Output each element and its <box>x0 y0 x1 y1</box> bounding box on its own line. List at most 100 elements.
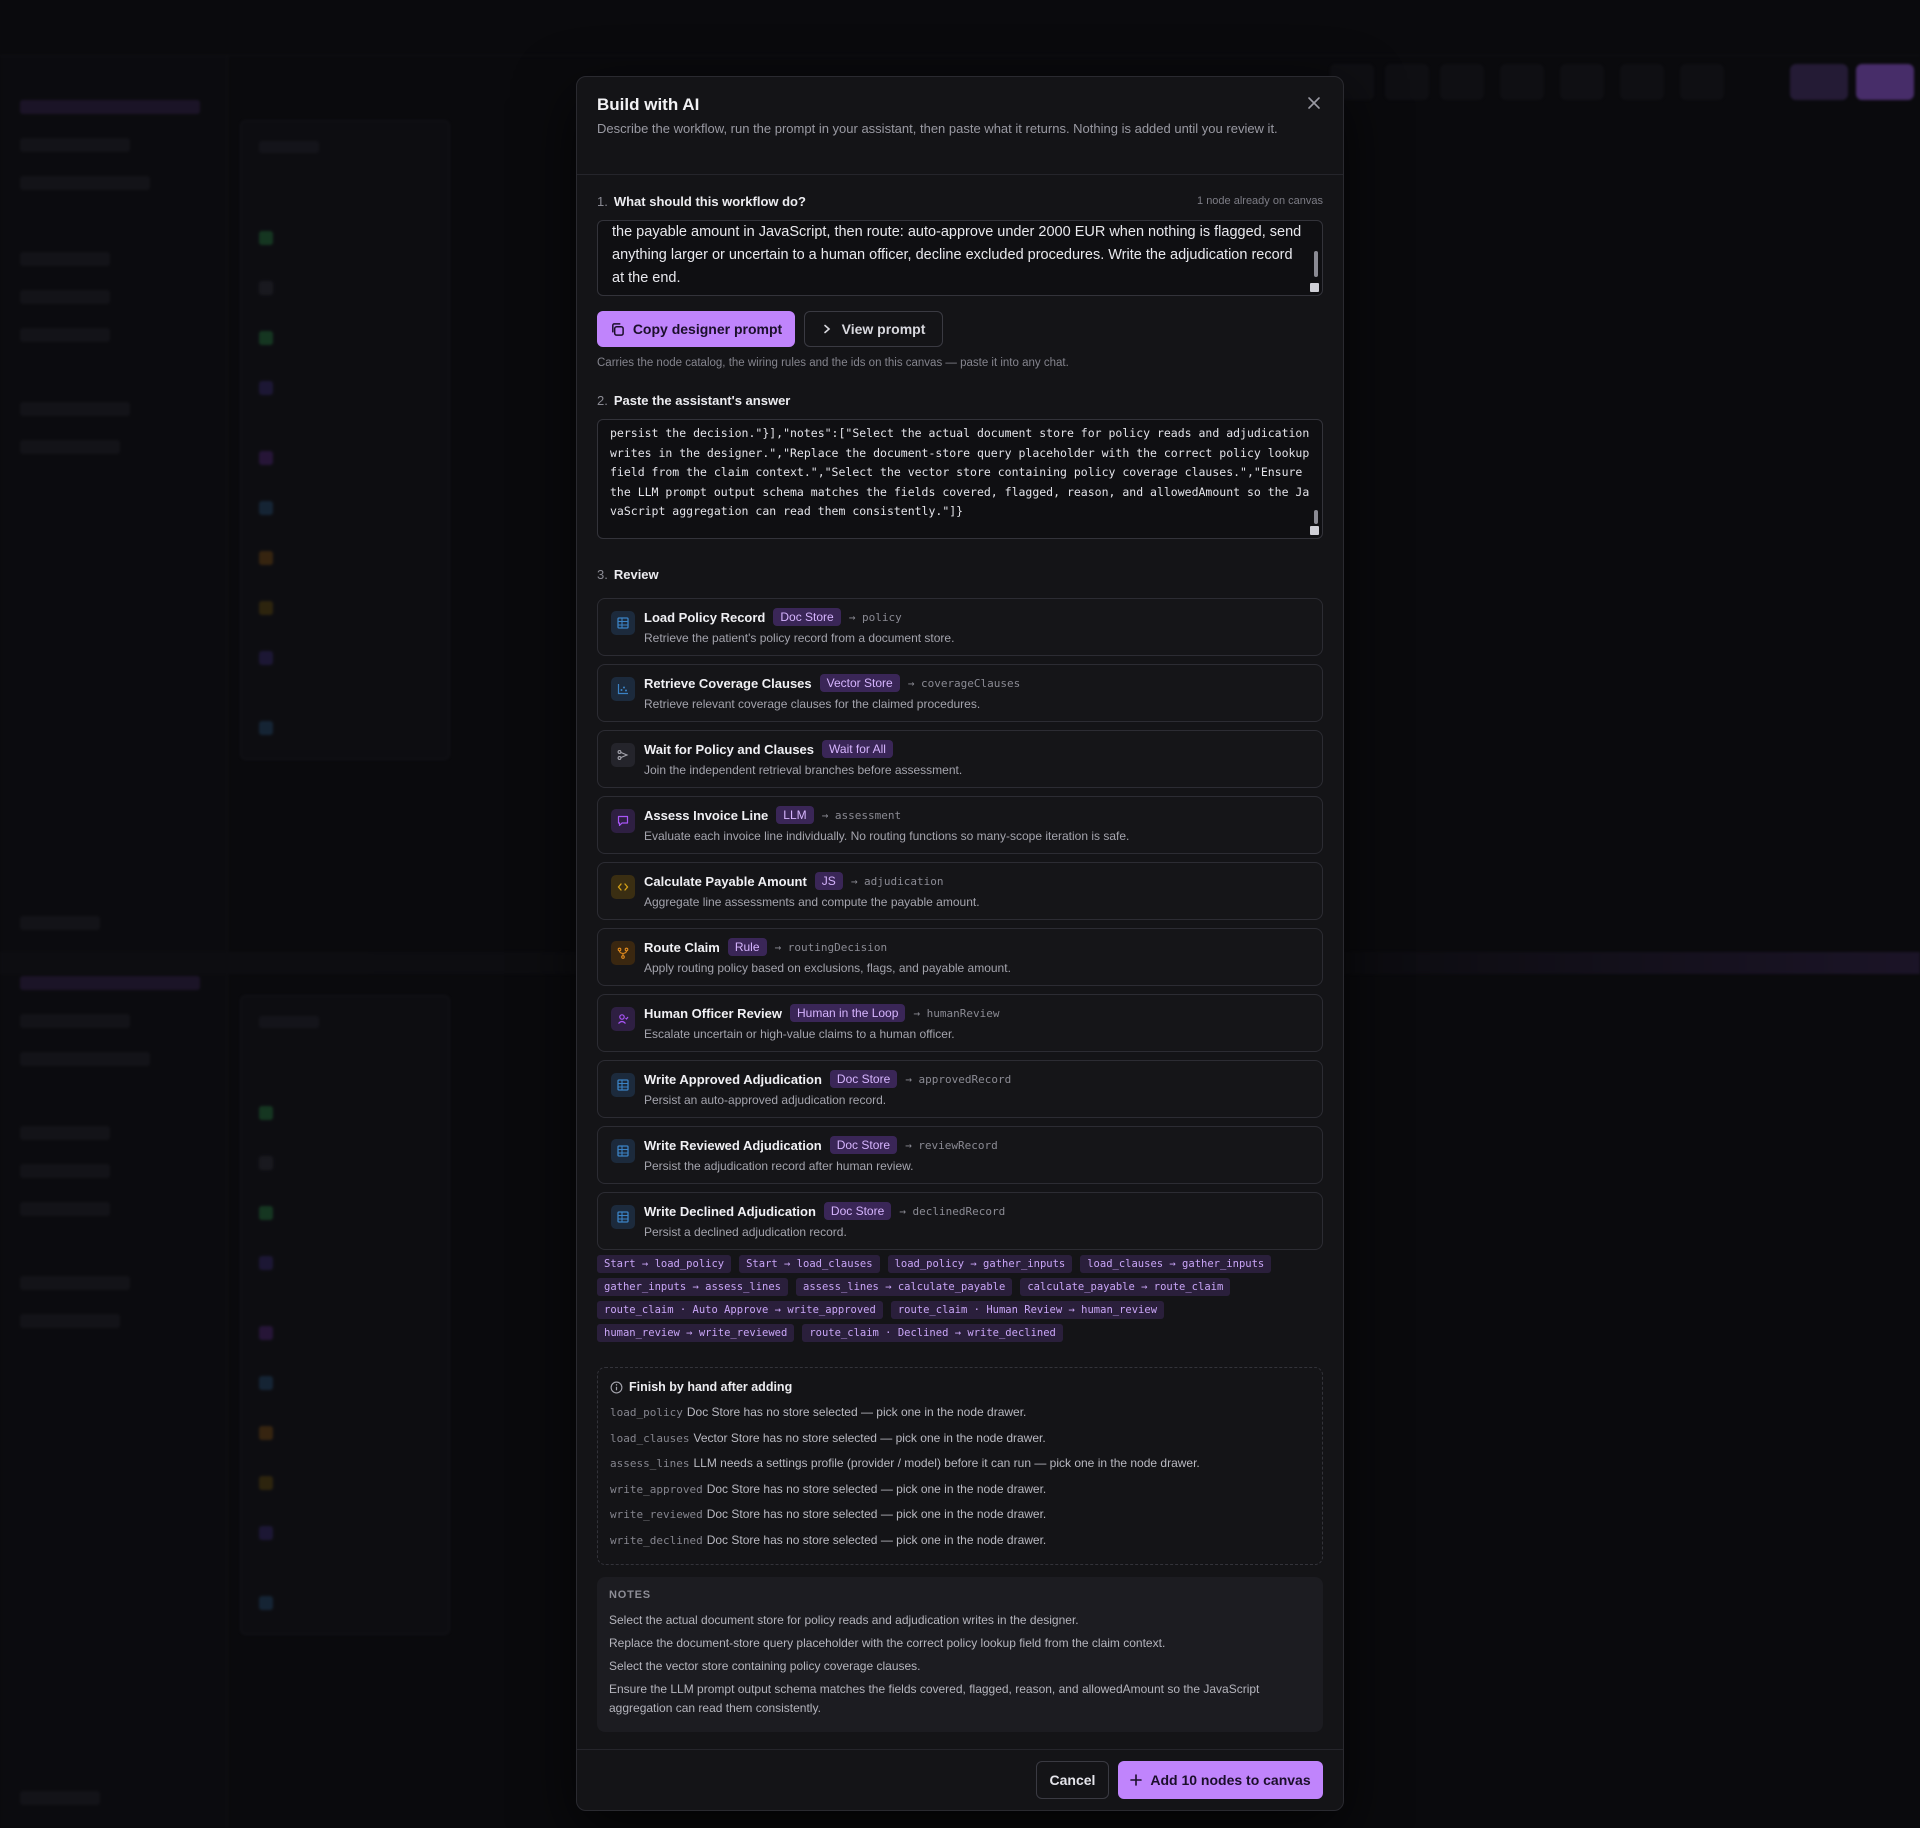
table-icon <box>611 1139 635 1163</box>
review-node-card: Calculate Payable Amount JS → adjudication… <box>597 862 1323 920</box>
finish-message: Doc Store has no store selected — pick o… <box>706 1507 1047 1521</box>
dialog-footer: Cancel Add 10 nodes to canvas <box>577 1749 1343 1811</box>
finish-message: Doc Store has no store selected — pick o… <box>706 1532 1047 1547</box>
node-description: Persist the adjudication record after hu… <box>644 1159 914 1173</box>
edge-chip: Start → load_policy <box>597 1255 732 1273</box>
finish-item: load_clauses Vector Store has no store se… <box>610 1431 1310 1457</box>
dialog-description: Describe the workflow, run the prompt in… <box>597 121 1278 136</box>
background-topbar <box>0 0 1920 56</box>
node-output-key: → routingDecision <box>774 940 888 954</box>
node-title: Write Declined Adjudication <box>644 1203 816 1219</box>
node-title: Route Claim <box>644 939 720 955</box>
cancel-button[interactable]: Cancel <box>1036 1761 1109 1799</box>
note-item: Select the vector store containing polic… <box>609 1659 921 1673</box>
finish-by-hand-heading: Finish by hand after adding <box>610 1380 792 1394</box>
finish-item: write_reviewed Doc Store has no store sel… <box>610 1507 1310 1533</box>
finish-item: assess_lines LLM needs a settings profile… <box>610 1456 1310 1482</box>
resize-handle[interactable] <box>1310 526 1319 535</box>
step2-label: Paste the assistant's answer <box>613 393 791 408</box>
finish-node-id: write_declined <box>610 1533 703 1547</box>
finish-by-hand-title: Finish by hand after adding <box>629 1380 793 1394</box>
resize-handle[interactable] <box>1310 283 1319 292</box>
node-title: Human Officer Review <box>644 1005 782 1021</box>
copy-icon <box>611 322 624 336</box>
review-node-card: Retrieve Coverage Clauses Vector Store → c… <box>597 664 1323 722</box>
node-type-badge: Rule <box>727 938 767 956</box>
plus-icon <box>1130 1774 1143 1786</box>
copy-designer-prompt-button[interactable]: Copy designer prompt <box>597 311 795 347</box>
edge-chip: assess_lines → calculate_payable <box>796 1278 1013 1296</box>
prompt-hint: Carries the node catalog, the wiring rul… <box>597 357 1069 369</box>
dialog-title: Build with AI <box>597 95 700 114</box>
node-output-key: → declinedRecord <box>899 1204 1006 1218</box>
finish-message: Doc Store has no store selected — pick o… <box>686 1405 1027 1419</box>
scrollbar[interactable] <box>1314 510 1318 524</box>
node-title: Calculate Payable Amount <box>644 873 807 889</box>
node-title: Load Policy Record <box>644 609 766 625</box>
finish-node-id: write_approved <box>610 1482 703 1496</box>
view-prompt-button[interactable]: View prompt <box>804 311 943 347</box>
close-icon[interactable] <box>1303 93 1325 115</box>
node-type-badge: Doc Store <box>773 608 841 626</box>
step3-number: 3. <box>597 567 608 582</box>
node-type-badge: JS <box>814 872 843 890</box>
step3-label: Review <box>613 567 659 582</box>
background-panel <box>240 120 450 760</box>
node-title: Assess Invoice Line <box>644 807 769 823</box>
edge-chip: load_policy → gather_inputs <box>887 1255 1073 1273</box>
edge-chip: route_claim · Auto Approve → write_appro… <box>597 1301 883 1319</box>
node-description: Retrieve the patient's policy record fro… <box>644 631 955 645</box>
node-description: Evaluate each invoice line individually.… <box>644 829 1130 843</box>
finish-node-id: write_reviewed <box>610 1508 703 1521</box>
edge-list: Start → load_policy Start → load_clauses… <box>597 1255 1323 1347</box>
copy-designer-prompt-label: Copy designer prompt <box>632 321 783 337</box>
node-title: Write Approved Adjudication <box>644 1071 822 1087</box>
node-type-badge: LLM <box>776 806 814 824</box>
node-type-badge: Vector Store <box>819 674 900 692</box>
add-nodes-button[interactable]: Add 10 nodes to canvas <box>1118 1761 1323 1799</box>
finish-item: write_declined Doc Store has no store sel… <box>610 1533 1310 1559</box>
scrollbar[interactable] <box>1314 251 1318 277</box>
note-item: Replace the document-store query placeho… <box>609 1636 1166 1650</box>
review-node-card: Write Approved Adjudication Doc Store → ap… <box>597 1060 1323 1118</box>
table-icon <box>611 1205 635 1229</box>
step2-number: 2. <box>597 393 608 408</box>
finish-item: write_approved Doc Store has no store sel… <box>610 1482 1310 1508</box>
finish-by-hand-panel: Finish by hand after adding load_policy D… <box>597 1367 1323 1565</box>
node-description: Retrieve relevant coverage clauses for t… <box>644 697 981 711</box>
workflow-description-text: the payable amount in JavaScript, then r… <box>612 224 1306 286</box>
node-description: Persist an auto-approved adjudication re… <box>644 1093 887 1107</box>
edge-chip: route_claim · Human Review → human_revie… <box>890 1301 1165 1319</box>
node-title: Retrieve Coverage Clauses <box>644 675 812 691</box>
node-description: Join the independent retrieval branches … <box>644 763 963 777</box>
node-output-key: → policy <box>848 610 902 624</box>
finish-node-id: load_clauses <box>610 1431 690 1445</box>
build-with-ai-dialog: Build with AI Describe the workflow, run… <box>576 76 1344 1811</box>
background-sidebar <box>0 56 228 1828</box>
notes-panel: NOTES Select the actual document store f… <box>597 1577 1323 1732</box>
workflow-description-input[interactable]: the payable amount in JavaScript, then r… <box>597 220 1323 296</box>
note-item: Ensure the LLM prompt output schema matc… <box>609 1682 1260 1715</box>
node-output-key: → humanReview <box>913 1006 1000 1020</box>
step2-heading: 2. Paste the assistant's answer <box>597 393 790 408</box>
edge-chip: load_clauses → gather_inputs <box>1080 1255 1272 1273</box>
step1-heading: 1. What should this workflow do? <box>597 194 806 209</box>
assistant-answer-text: persist the decision."}],"notes":["Selec… <box>610 426 1317 519</box>
step3-heading: 3. Review <box>597 567 659 582</box>
assistant-answer-input[interactable]: persist the decision."}],"notes":["Selec… <box>597 419 1323 539</box>
review-node-card: Assess Invoice Line LLM → assessment Evalu… <box>597 796 1323 854</box>
node-description: Escalate uncertain or high-value claims … <box>644 1027 955 1041</box>
review-node-card: Write Reviewed Adjudication Doc Store → re… <box>597 1126 1323 1184</box>
edge-chip: gather_inputs → assess_lines <box>597 1278 789 1296</box>
chevron-right-icon <box>823 324 830 334</box>
node-output-key: → adjudication <box>850 874 944 888</box>
person-icon <box>611 1007 635 1031</box>
node-type-badge: Doc Store <box>829 1070 898 1088</box>
node-type-badge: Wait for All <box>822 740 893 758</box>
node-description: Aggregate line assessments and compute t… <box>644 895 980 909</box>
node-title: Write Reviewed Adjudication <box>644 1137 822 1153</box>
canvas-node-count: 1 node already on canvas <box>1197 195 1323 207</box>
table-icon <box>611 611 635 635</box>
node-output-key: → approvedRecord <box>905 1072 1012 1086</box>
finish-message: Doc Store has no store selected — pick o… <box>706 1481 1047 1496</box>
